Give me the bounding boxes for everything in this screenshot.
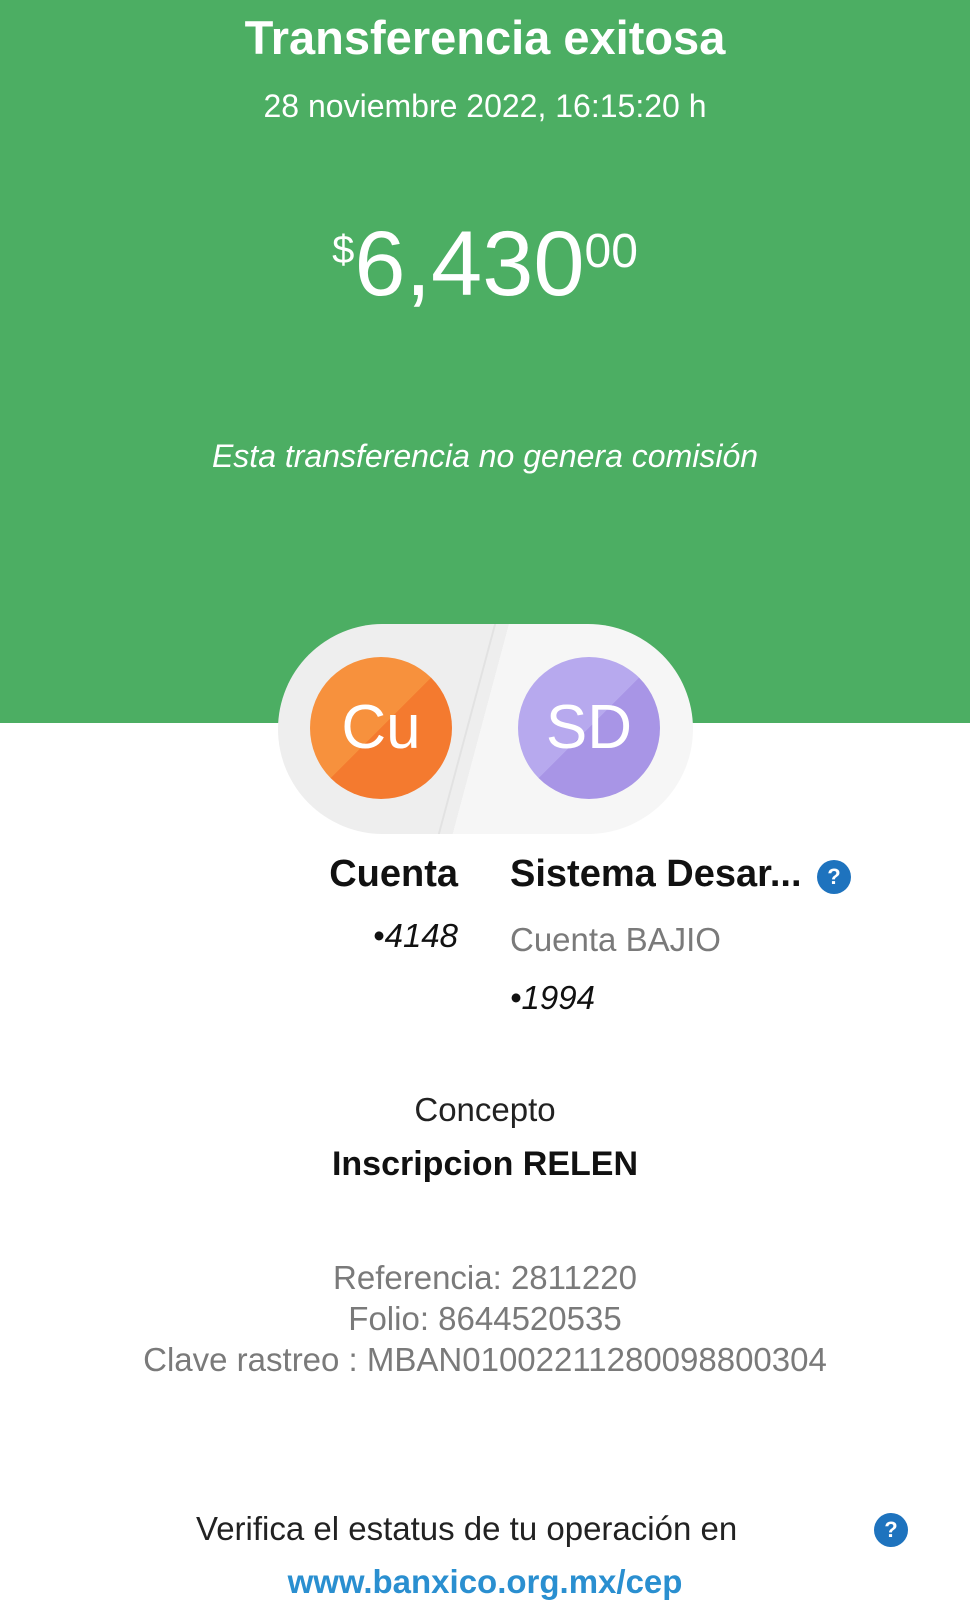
amount-currency-symbol: $ (332, 228, 355, 272)
amount-integer: 6,430 (354, 213, 585, 315)
transfer-amount: $6,43000 (0, 218, 970, 310)
transfer-datetime: 28 noviembre 2022, 16:15:20 h (263, 88, 707, 124)
destination-account-number: •1994 (510, 979, 595, 1016)
destination-avatar: SD (518, 657, 660, 799)
participants-pill: Cu SD (278, 624, 693, 834)
fee-note: Esta transferencia no genera comisión (211, 438, 759, 474)
success-header: Transferencia exitosa 28 noviembre 2022,… (0, 0, 970, 723)
reference-number: Referencia: 2811220 (333, 1259, 637, 1296)
verify-help-icon[interactable]: ? (874, 1513, 908, 1547)
concept-value: Inscripcion RELEN (331, 1145, 639, 1183)
destination-help-icon[interactable]: ? (817, 860, 851, 894)
reference-details: Referencia: 2811220 Folio: 8644520535 Cl… (0, 1257, 970, 1380)
origin-account-number: •4148 (373, 917, 458, 954)
tracking-key: Clave rastreo : MBAN01002211280098800304 (143, 1341, 827, 1378)
origin-account-name: Cuenta (329, 853, 458, 895)
banxico-cep-link[interactable]: www.banxico.org.mx/cep (0, 1562, 970, 1602)
amount-cents: 00 (584, 225, 638, 278)
folio-number: Folio: 8644520535 (348, 1300, 622, 1337)
origin-avatar: Cu (310, 657, 452, 799)
destination-name: Sistema Desar... (510, 853, 802, 895)
page-title: Transferencia exitosa (244, 11, 726, 64)
destination-bank: Cuenta BAJIO (510, 921, 721, 958)
verify-status-text: Verifica el estatus de tu operación en (196, 1510, 738, 1547)
concept-label: Concepto (414, 1091, 556, 1128)
